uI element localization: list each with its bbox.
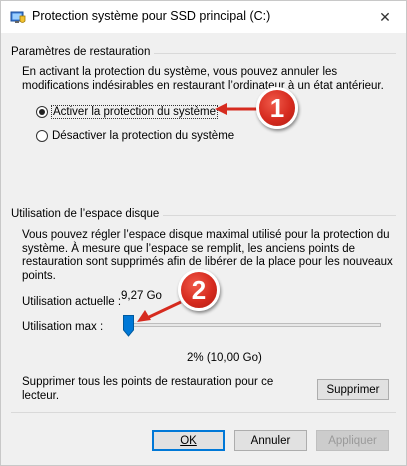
separator: [11, 412, 396, 413]
restore-description-line: En activant la protection du système, vo…: [22, 66, 338, 78]
annotation-badge-2: 2: [178, 269, 220, 311]
apply-button-label: Appliquer: [328, 434, 377, 447]
restore-settings-title: Paramètres de restauration: [11, 46, 155, 58]
annotation-badge-1: 1: [256, 87, 298, 129]
max-usage-label: Utilisation max :: [22, 321, 103, 335]
disk-description-line: Vous pouvez régler l’espace disque maxim…: [22, 229, 390, 241]
max-usage-slider-thumb[interactable]: [123, 315, 134, 337]
disk-description-line: restauration sont supprimés afin de libé…: [22, 256, 393, 268]
radio-button[interactable]: [36, 129, 48, 142]
window-title: Protection système pour SSD principal (C…: [32, 9, 271, 23]
radio-disable-label[interactable]: Désactiver la protection du système: [52, 130, 234, 142]
max-usage-percent: 2% (10,00 Go): [187, 352, 262, 364]
annotation-arrow-2-icon: [137, 300, 182, 322]
restore-description-line: modifications indésirables en restaurant…: [22, 79, 384, 92]
delete-text-line: Supprimer tous les points de restauratio…: [22, 376, 274, 388]
system-protection-dialog: Protection système pour SSD principal (C…: [0, 0, 407, 466]
cancel-button-label: Annuler: [250, 434, 291, 447]
radio-enable-label[interactable]: Activer la protection du système: [51, 104, 218, 119]
cancel-button[interactable]: Annuler: [234, 430, 307, 451]
apply-button[interactable]: Appliquer: [316, 430, 389, 451]
delete-text-line: lecteur.: [22, 389, 60, 402]
disk-description-line: système. À mesure que l’espace se rempli…: [22, 242, 356, 255]
delete-points-text: Supprimer tous les points de restauratio…: [22, 376, 273, 403]
current-usage-label: Utilisation actuelle :: [22, 296, 122, 308]
ok-button-label: OK: [180, 434, 197, 447]
restore-settings-description: En activant la protection du système, vo…: [22, 66, 384, 93]
delete-button-label: Supprimer: [326, 383, 380, 396]
title-bar: Protection système pour SSD principal (C…: [1, 1, 406, 33]
annotation-arrow-1-icon: [215, 103, 259, 115]
disk-usage-title: Utilisation de l’espace disque: [11, 208, 164, 220]
radio-disable-protection[interactable]: Désactiver la protection du système: [36, 128, 234, 143]
close-icon[interactable]: ✕: [373, 6, 397, 28]
max-usage-label-text: Utilisation max :: [22, 321, 104, 333]
radio-button-selected[interactable]: [36, 105, 48, 118]
ok-button[interactable]: OK: [152, 430, 225, 451]
radio-enable-protection[interactable]: Activer la protection du système: [36, 104, 218, 119]
system-protection-icon: [10, 9, 26, 25]
delete-button[interactable]: Supprimer: [317, 379, 389, 400]
restore-settings-group: Paramètres de restauration: [11, 46, 396, 58]
disk-usage-group: Utilisation de l’espace disque: [11, 208, 396, 220]
